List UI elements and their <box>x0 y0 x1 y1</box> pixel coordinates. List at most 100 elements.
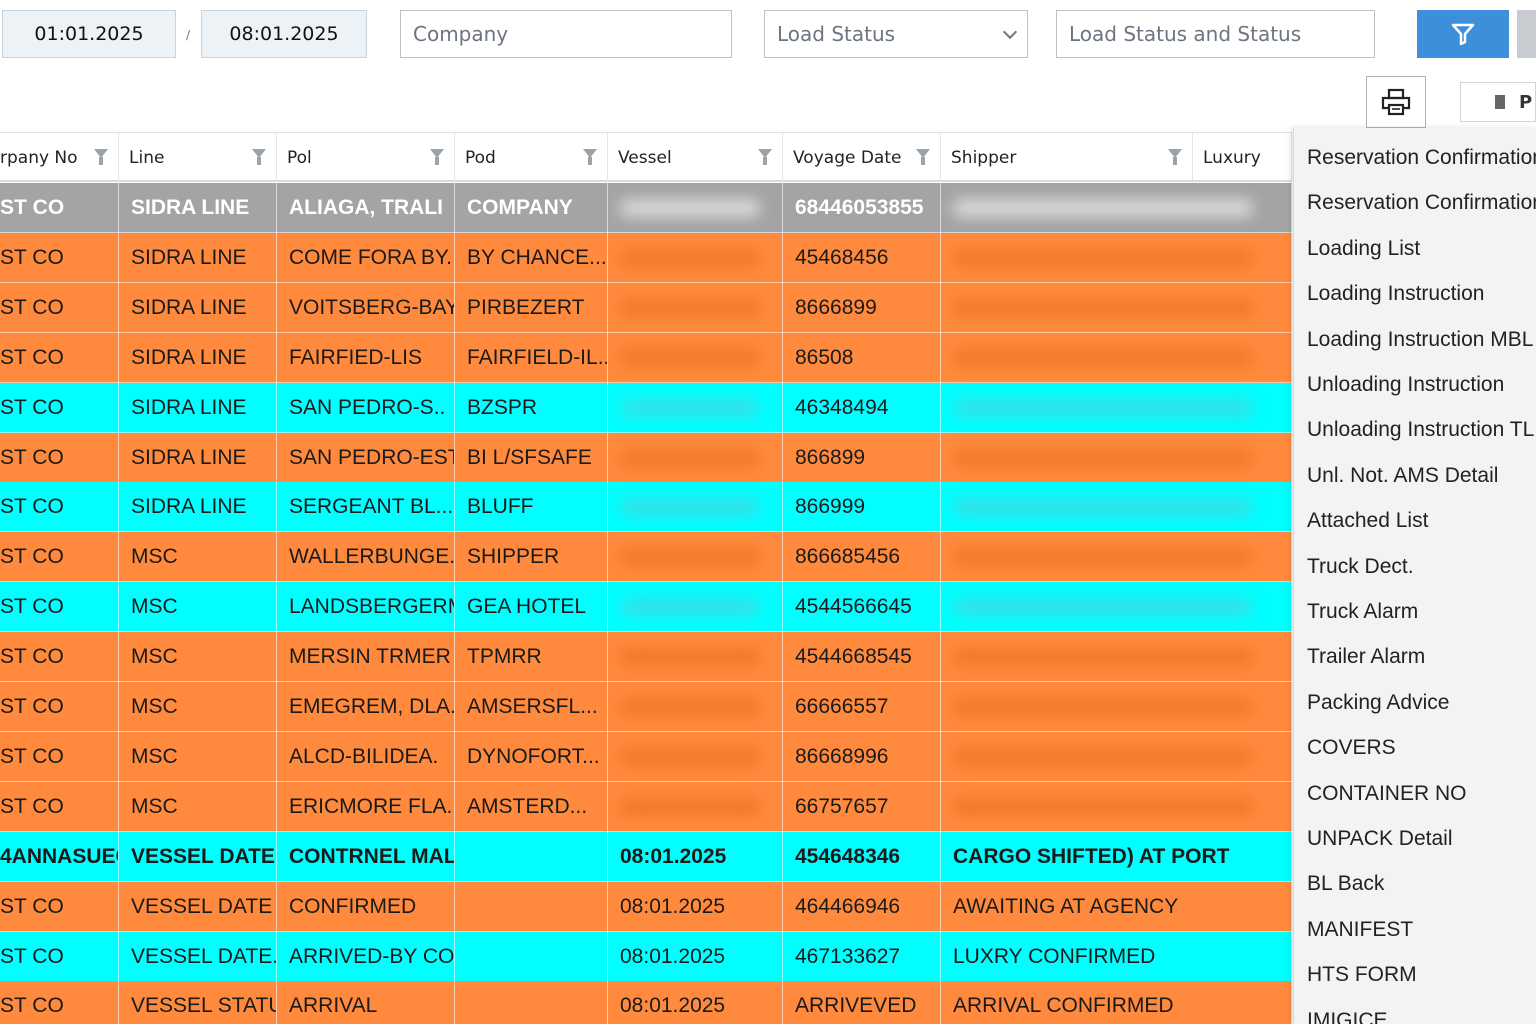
cell-text: 86508 <box>795 345 854 369</box>
cell-text: ALIAGA, TRALI <box>289 196 443 219</box>
date-to-value: 08:01.2025 <box>229 23 339 45</box>
cell-line: SIDRA LINE <box>119 482 277 533</box>
cell-text: LUXRY CONFIRMED <box>953 944 1156 968</box>
company-placeholder: Company <box>413 22 509 46</box>
cell-vessel: 08:01.2025 <box>608 831 783 882</box>
p-button[interactable]: P <box>1460 82 1536 122</box>
cell-pol: SAN PEDRO-EST <box>277 432 455 483</box>
cell-pod: FAIRFIELD-IL.. <box>455 332 608 383</box>
table-row[interactable]: ST CO MSC EMEGREM, DLA.. AMSERSFL... 6666655… <box>0 682 1292 732</box>
menu-item[interactable]: COVERS <box>1307 728 1396 768</box>
menu-item[interactable]: CONTAINER NO <box>1307 774 1466 814</box>
column-header-vessel[interactable]: Vessel <box>608 133 783 183</box>
cell-text: ARRIVEVED <box>795 994 917 1018</box>
table-row[interactable]: ST CO SIDRA LINE VOITSBERG-BAY... PIRBEZERT… <box>0 282 1292 333</box>
column-header-pol[interactable]: Pol <box>277 133 455 183</box>
load-status-select[interactable]: Load Status <box>764 10 1028 58</box>
menu-item[interactable]: Loading Instruction MBL <box>1307 320 1533 360</box>
table-row[interactable]: ST CO SIDRA LINE SERGEANT BL... BLUFF 866999 <box>0 482 1292 533</box>
menu-item[interactable]: Unl. Not. AMS Detail <box>1307 456 1498 496</box>
cell-pod: BZSPR <box>455 382 608 433</box>
secondary-button[interactable] <box>1517 10 1536 58</box>
cell-vessel <box>608 781 783 832</box>
menu-item[interactable]: Unloading Instruction <box>1307 365 1504 405</box>
column-header-shipper[interactable]: Shipper <box>941 133 1193 183</box>
table-row[interactable]: ST CO SIDRA LINE FAIRFIED-LIS FAIRFIELD-IL.… <box>0 332 1292 383</box>
cell-text: COMPANY <box>467 196 573 219</box>
table-row[interactable]: ST CO MSC WALLERBUNGE.. SHIPPER 866685456 <box>0 532 1292 583</box>
cell-line: SIDRA LINE <box>119 332 277 383</box>
column-header-company-no[interactable]: rpany No <box>0 133 119 183</box>
table-row[interactable]: 4ANNASUEC.. VESSEL DATE CONTRNEL MAL... 08:… <box>0 831 1292 882</box>
menu-item[interactable]: Reservation Confirmation 2 <box>1307 183 1536 223</box>
cell-text: BY CHANCE... <box>467 245 607 269</box>
table-row[interactable]: ST CO VESSEL DATE CONFIRMED 08:01.2025 46446… <box>0 881 1292 932</box>
cell-pod <box>455 881 608 932</box>
menu-item[interactable]: Trailer Alarm <box>1307 637 1425 677</box>
menu-item[interactable]: MANIFEST <box>1307 910 1413 950</box>
column-filter-icon[interactable] <box>94 149 108 165</box>
table-row[interactable]: ST CO SIDRA LINE SAN PEDRO-S.. BZSPR 4634849… <box>0 382 1292 433</box>
cell-text: ARRIVED-BY CO.. <box>289 944 455 968</box>
cell-voyage-date: ARRIVEVED <box>783 981 941 1024</box>
cell-text: MSC <box>131 744 178 768</box>
table-row[interactable]: ST CO MSC ERICMORE FLA... AMSTERD... 6675765… <box>0 781 1292 832</box>
table-row[interactable]: ST CO SIDRA LINE ALIAGA, TRALI COMPANY 68446… <box>0 183 1292 233</box>
redacted-value <box>953 248 1253 267</box>
menu-item[interactable]: IMIGICE <box>1307 1001 1388 1024</box>
menu-item[interactable]: Truck Dect. <box>1307 547 1414 587</box>
menu-item[interactable]: Loading List <box>1307 229 1420 269</box>
column-filter-icon[interactable] <box>916 149 930 165</box>
menu-item[interactable]: Reservation Confirmation 1 <box>1307 138 1536 178</box>
table-row[interactable]: ST CO VESSEL STATUS ARRIVAL 08:01.2025 ARRIV… <box>0 981 1292 1024</box>
cell-text: MSC <box>131 695 178 718</box>
cell-shipper: AWAITING AT AGENCY <box>941 881 1292 932</box>
cell-company-no: ST CO <box>0 382 119 433</box>
column-header-pod[interactable]: Pod <box>455 133 608 183</box>
table-row[interactable]: ST CO SIDRA LINE COME FORA BY... BY CHANCE.… <box>0 232 1292 283</box>
column-filter-icon[interactable] <box>583 149 597 165</box>
company-input[interactable]: Company <box>400 10 732 58</box>
menu-item[interactable]: Packing Advice <box>1307 683 1449 723</box>
cell-voyage-date: 866899 <box>783 432 941 483</box>
column-header-voyage-date[interactable]: Voyage Date <box>783 133 941 183</box>
cell-voyage-date: 8666899 <box>783 282 941 333</box>
menu-item[interactable]: HTS FORM <box>1307 955 1417 995</box>
cell-text: FAIRFIED-LIS <box>289 345 423 369</box>
column-filter-icon[interactable] <box>252 149 266 165</box>
menu-item[interactable]: BL Back <box>1307 864 1384 904</box>
column-filter-icon[interactable] <box>758 149 772 165</box>
menu-item[interactable]: Attached List <box>1307 501 1428 541</box>
column-header-line[interactable]: Line <box>119 133 277 183</box>
cell-text: BI L/SFSAFE <box>467 445 592 469</box>
date-to-input[interactable]: 08:01.2025 <box>201 10 367 58</box>
column-label: Voyage Date <box>793 148 902 168</box>
cell-line: SIDRA LINE <box>119 432 277 483</box>
cell-text: 66666557 <box>795 695 889 718</box>
table-row[interactable]: ST CO SIDRA LINE SAN PEDRO-EST BI L/SFSAFE 8… <box>0 432 1292 483</box>
cell-pod <box>455 981 608 1024</box>
table-row[interactable]: ST CO VESSEL DATE. ARRIVED-BY CO.. 08:01.20… <box>0 931 1292 982</box>
column-header-luxury[interactable]: Luxury <box>1193 133 1292 183</box>
print-button[interactable] <box>1366 76 1426 128</box>
cell-text: ST CO <box>0 395 64 419</box>
cell-vessel <box>608 582 783 633</box>
cell-line: MSC <box>119 582 277 633</box>
filter-button[interactable] <box>1417 10 1509 58</box>
date-from-value: 01:01.2025 <box>34 23 144 45</box>
load-status-and-status-input[interactable]: Load Status and Status <box>1056 10 1375 58</box>
redacted-value <box>620 498 760 517</box>
column-filter-icon[interactable] <box>430 149 444 165</box>
column-filter-icon[interactable] <box>1168 149 1182 165</box>
cell-text: 68446053855 <box>795 196 924 219</box>
menu-item[interactable]: Loading Instruction <box>1307 274 1484 314</box>
table-row[interactable]: ST CO MSC MERSIN TRMER TPMRR 4544668545 <box>0 632 1292 683</box>
menu-item[interactable]: Truck Alarm <box>1307 592 1418 632</box>
menu-item[interactable]: UNPACK Detail <box>1307 819 1452 859</box>
cell-text: SAN PEDRO-S.. <box>289 395 446 419</box>
menu-item[interactable]: Unloading Instruction TL <box>1307 410 1534 450</box>
date-from-input[interactable]: 01:01.2025 <box>2 10 176 58</box>
document-icon <box>1495 95 1505 109</box>
table-row[interactable]: ST CO MSC LANDSBERGERM... GEA HOTEL 45445666… <box>0 582 1292 633</box>
table-row[interactable]: ST CO MSC ALCD-BILIDEA. DYNOFORT... 86668996 <box>0 731 1292 782</box>
